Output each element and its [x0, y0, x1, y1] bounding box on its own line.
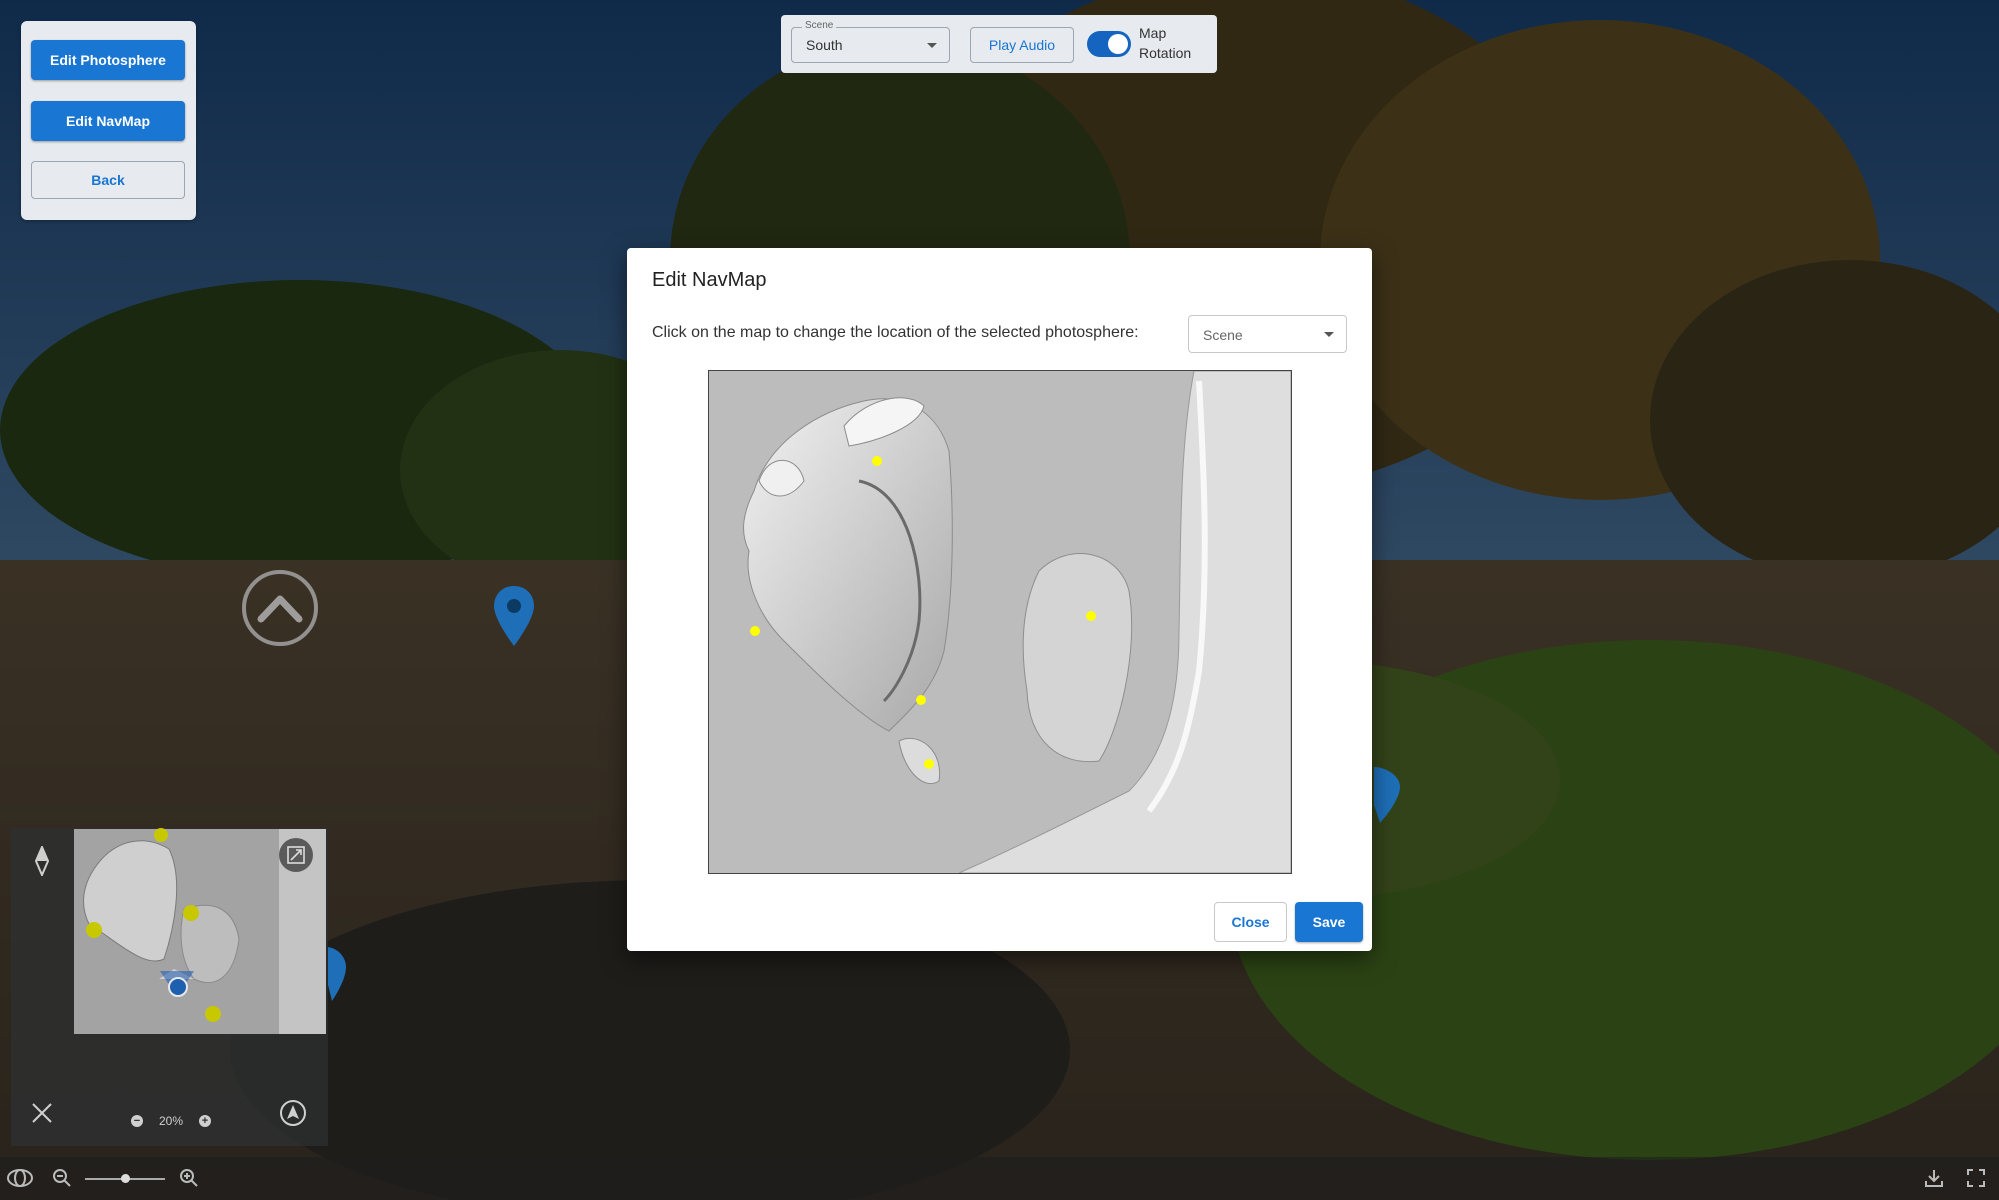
minimap-hotspot-marker[interactable]	[205, 1006, 221, 1022]
edit-photosphere-button[interactable]: Edit Photosphere	[31, 40, 185, 80]
toggle-knob	[1108, 34, 1128, 54]
compass-icon[interactable]	[31, 844, 53, 878]
minimap-zoom-control: − 20% +	[131, 1112, 211, 1130]
minimap-hotspot-marker[interactable]	[183, 905, 199, 921]
dialog-title: Edit NavMap	[652, 269, 767, 291]
scene-select[interactable]: Scene South	[791, 20, 950, 63]
navmap-hotspot[interactable]	[916, 695, 926, 705]
edit-navmap-button[interactable]: Edit NavMap	[31, 101, 185, 141]
chevron-down-icon	[927, 43, 937, 48]
zoom-in-icon[interactable]: +	[199, 1115, 211, 1127]
fullscreen-icon[interactable]	[1963, 1166, 1989, 1190]
edit-navmap-dialog: Edit NavMap Click on the map to change t…	[627, 248, 1372, 951]
photosphere-pin-icon[interactable]	[492, 584, 536, 648]
close-icon[interactable]	[29, 1100, 55, 1126]
viewer-bottom-bar	[0, 1157, 1999, 1200]
minimap-hotspot-marker[interactable]	[154, 828, 168, 842]
expand-icon[interactable]	[279, 838, 313, 872]
map-rotation-toggle[interactable]	[1087, 31, 1131, 57]
photosphere-pin-icon[interactable]	[1372, 765, 1402, 825]
scene-select-label: Scene	[802, 20, 837, 31]
scene-select[interactable]: Scene	[1188, 315, 1347, 353]
dialog-instruction: Click on the map to change the location …	[652, 324, 1139, 341]
zoom-in-icon[interactable]	[177, 1166, 201, 1190]
gyroscope-icon[interactable]	[6, 1165, 34, 1191]
zoom-out-icon[interactable]: −	[131, 1115, 143, 1127]
minimap-zoom-level: 20%	[158, 1114, 184, 1128]
zoom-out-icon[interactable]	[50, 1166, 74, 1190]
viewer-toolbar: Scene South Play Audio Map Rotation	[781, 15, 1217, 73]
close-button[interactable]: Close	[1214, 902, 1287, 942]
navmap-hotspot[interactable]	[872, 456, 882, 466]
scene-select-value: South	[806, 37, 843, 53]
navigate-up-icon[interactable]	[242, 570, 318, 646]
chevron-down-icon	[1324, 332, 1334, 337]
navmap-hotspot[interactable]	[750, 626, 760, 636]
back-button[interactable]: Back	[31, 161, 185, 199]
minimap: − 20% +	[11, 828, 328, 1146]
save-button[interactable]: Save	[1295, 902, 1363, 942]
play-audio-button[interactable]: Play Audio	[970, 27, 1074, 63]
zoom-slider-thumb[interactable]	[121, 1174, 130, 1183]
navmap-hotspot[interactable]	[1086, 611, 1096, 621]
navmap-hotspot[interactable]	[924, 759, 934, 769]
map-rotation-label: Map Rotation	[1139, 25, 1192, 61]
scene-select-placeholder: Scene	[1203, 327, 1243, 343]
download-icon[interactable]	[1921, 1166, 1947, 1190]
zoom-slider[interactable]	[85, 1174, 165, 1183]
recenter-icon[interactable]	[278, 1098, 308, 1128]
minimap-hotspot-marker[interactable]	[86, 922, 102, 938]
current-position-marker	[168, 977, 188, 997]
navmap-image[interactable]	[708, 370, 1292, 874]
edit-panel: Edit Photosphere Edit NavMap Back	[21, 21, 196, 220]
